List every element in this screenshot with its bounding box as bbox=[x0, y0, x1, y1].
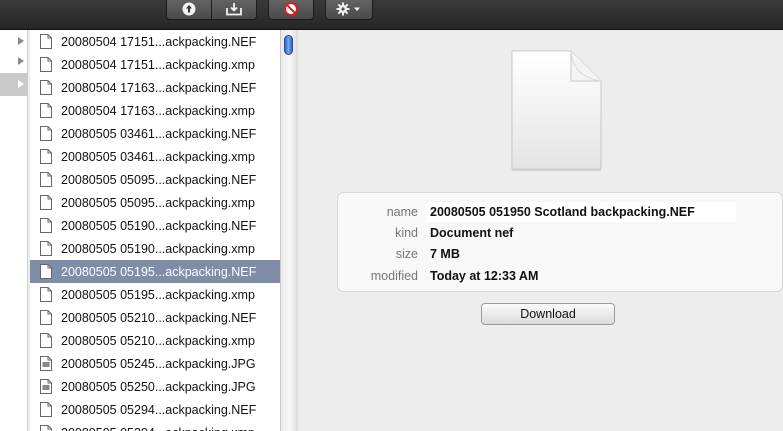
file-name: 20080505 05190...ackpacking.xmp bbox=[61, 241, 255, 256]
document-icon bbox=[40, 80, 52, 95]
document-icon bbox=[40, 34, 52, 49]
file-name: 20080505 05250...ackpacking.JPG bbox=[61, 379, 256, 394]
info-value-name: 20080505 051950 Scotland backpacking.NEF bbox=[430, 205, 695, 219]
tree-row-selected[interactable] bbox=[0, 73, 27, 96]
document-icon bbox=[40, 126, 52, 141]
save-to-disk-button[interactable] bbox=[211, 0, 257, 20]
file-row[interactable]: 20080505 03461...ackpacking.NEF bbox=[30, 122, 280, 145]
save-download-icon bbox=[226, 3, 242, 16]
gear-icon bbox=[336, 2, 360, 16]
file-row[interactable]: 20080505 05210...ackpacking.NEF bbox=[30, 306, 280, 329]
document-icon bbox=[40, 310, 52, 325]
folder-tree-column bbox=[0, 30, 28, 431]
file-name: 20080504 17163...ackpacking.xmp bbox=[61, 103, 255, 118]
document-icon bbox=[40, 402, 52, 417]
document-icon bbox=[40, 103, 52, 118]
file-row[interactable]: 20080505 05294...ackpacking.xmp bbox=[30, 421, 280, 431]
file-name: 20080505 05190...ackpacking.NEF bbox=[61, 218, 257, 233]
file-row[interactable]: 20080505 05245...ackpacking.JPG bbox=[30, 352, 280, 375]
file-name: 20080505 05210...ackpacking.NEF bbox=[61, 310, 257, 325]
file-name: 20080504 17151...ackpacking.xmp bbox=[61, 57, 255, 72]
file-name: 20080505 05195...ackpacking.NEF bbox=[61, 264, 257, 279]
document-icon bbox=[40, 333, 52, 348]
settings-menu-button[interactable] bbox=[325, 0, 373, 20]
document-icon bbox=[511, 50, 602, 171]
info-label-kind: kind bbox=[395, 226, 418, 240]
file-info-box: name 20080505 051950 Scotland backpackin… bbox=[337, 192, 783, 292]
file-row[interactable]: 20080505 05190...ackpacking.NEF bbox=[30, 214, 280, 237]
info-label-modified: modified bbox=[370, 269, 418, 283]
file-row[interactable]: 20080505 03461...ackpacking.xmp bbox=[30, 145, 280, 168]
file-row[interactable]: 20080504 17151...ackpacking.NEF bbox=[30, 30, 280, 53]
download-button[interactable]: Download bbox=[481, 303, 615, 325]
file-name: 20080505 05294...ackpacking.xmp bbox=[61, 426, 255, 431]
file-row-selected[interactable]: 20080505 05195...ackpacking.NEF bbox=[30, 260, 280, 283]
file-row[interactable]: 20080504 17163...ackpacking.xmp bbox=[30, 99, 280, 122]
file-name: 20080505 05210...ackpacking.xmp bbox=[61, 333, 255, 348]
info-row-modified: modified Today at 12:33 AM bbox=[338, 266, 778, 286]
info-label-name: name bbox=[386, 205, 418, 219]
file-name: 20080504 17151...ackpacking.NEF bbox=[61, 34, 257, 49]
chevron-down-icon bbox=[354, 7, 360, 11]
file-list-scrollbar[interactable] bbox=[280, 30, 296, 431]
document-icon bbox=[40, 195, 52, 210]
tree-row[interactable] bbox=[0, 50, 27, 73]
scrollbar-thumb[interactable] bbox=[284, 35, 293, 55]
info-value-kind: Document nef bbox=[430, 226, 514, 240]
file-list: 20080504 17151...ackpacking.NEF 20080504 … bbox=[30, 30, 280, 431]
delete-icon bbox=[284, 2, 298, 16]
info-row-kind: kind Document nef bbox=[338, 223, 778, 243]
file-row[interactable]: 20080505 05250...ackpacking.JPG bbox=[30, 375, 280, 398]
file-name: 20080505 05095...ackpacking.NEF bbox=[61, 172, 257, 187]
file-name: 20080505 05095...ackpacking.xmp bbox=[61, 195, 255, 210]
document-icon bbox=[40, 425, 52, 431]
file-row[interactable]: 20080505 05195...ackpacking.xmp bbox=[30, 283, 280, 306]
disclosure-arrow-icon[interactable] bbox=[18, 57, 24, 65]
info-value-modified: Today at 12:33 AM bbox=[430, 269, 539, 283]
file-row[interactable]: 20080505 05190...ackpacking.xmp bbox=[30, 237, 280, 260]
document-icon bbox=[40, 149, 52, 164]
info-value-size: 7 MB bbox=[430, 247, 460, 261]
file-name: 20080504 17163...ackpacking.NEF bbox=[61, 80, 257, 95]
document-icon bbox=[40, 218, 52, 233]
file-name: 20080505 03461...ackpacking.NEF bbox=[61, 126, 257, 141]
document-icon bbox=[40, 172, 52, 187]
document-icon bbox=[40, 57, 52, 72]
upload-icon bbox=[182, 2, 196, 16]
preview-pane: name 20080505 051950 Scotland backpackin… bbox=[298, 30, 783, 431]
image-file-icon bbox=[40, 356, 52, 371]
info-row-size: size 7 MB bbox=[338, 244, 778, 264]
file-name: 20080505 03461...ackpacking.xmp bbox=[61, 149, 255, 164]
toolbar bbox=[0, 0, 783, 30]
file-name: 20080505 05294...ackpacking.NEF bbox=[61, 402, 257, 417]
file-name: 20080505 05195...ackpacking.xmp bbox=[61, 287, 255, 302]
delete-button[interactable] bbox=[268, 0, 314, 20]
document-icon bbox=[40, 264, 52, 279]
image-file-icon bbox=[40, 379, 52, 394]
file-name: 20080505 05245...ackpacking.JPG bbox=[61, 356, 256, 371]
disclosure-arrow-icon[interactable] bbox=[18, 80, 24, 88]
upload-button[interactable] bbox=[166, 0, 212, 20]
document-icon bbox=[40, 241, 52, 256]
info-label-size: size bbox=[395, 247, 418, 261]
file-row[interactable]: 20080505 05210...ackpacking.xmp bbox=[30, 329, 280, 352]
file-row[interactable]: 20080504 17151...ackpacking.xmp bbox=[30, 53, 280, 76]
info-row-name: name 20080505 051950 Scotland backpackin… bbox=[338, 202, 778, 222]
file-row[interactable]: 20080505 05294...ackpacking.NEF bbox=[30, 398, 280, 421]
file-row[interactable]: 20080504 17163...ackpacking.NEF bbox=[30, 76, 280, 99]
disclosure-arrow-icon[interactable] bbox=[18, 37, 24, 45]
file-row[interactable]: 20080505 05095...ackpacking.xmp bbox=[30, 191, 280, 214]
file-row[interactable]: 20080505 05095...ackpacking.NEF bbox=[30, 168, 280, 191]
document-icon bbox=[40, 287, 52, 302]
